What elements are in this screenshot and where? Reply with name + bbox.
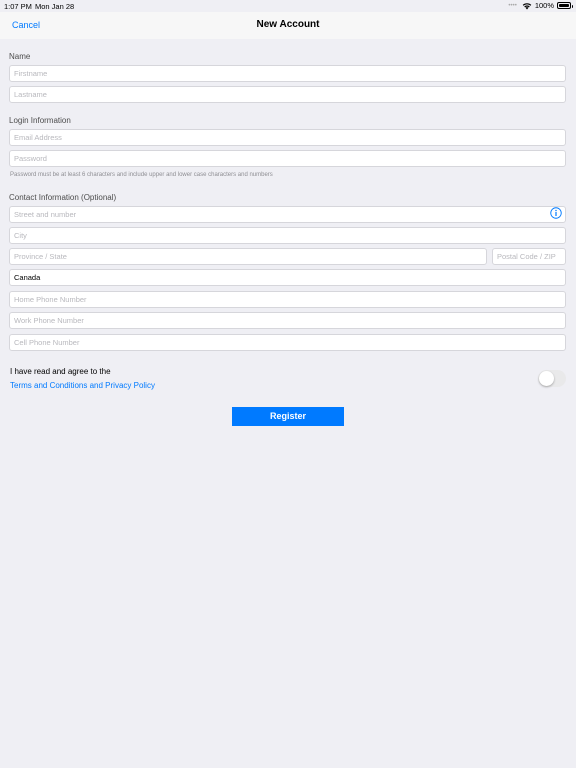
- status-date: Mon Jan 28: [35, 2, 75, 11]
- work-phone-field[interactable]: [9, 312, 566, 329]
- street-field[interactable]: [9, 206, 566, 223]
- info-icon[interactable]: [550, 207, 562, 219]
- cell-phone-field[interactable]: [9, 334, 566, 351]
- battery-icon: [557, 2, 573, 9]
- signal-icon: ••••: [508, 2, 517, 9]
- navigation-bar: Cancel New Account: [0, 12, 576, 39]
- page-title: New Account: [256, 19, 320, 30]
- section-label-contact: Contact Information (Optional): [9, 193, 117, 202]
- register-button[interactable]: Register: [232, 407, 344, 426]
- toggle-knob: [539, 371, 554, 386]
- city-field[interactable]: [9, 227, 566, 244]
- postal-code-field[interactable]: [492, 248, 566, 265]
- lastname-field[interactable]: [9, 86, 566, 103]
- home-phone-field[interactable]: [9, 291, 566, 308]
- country-field[interactable]: [9, 269, 566, 286]
- section-label-login: Login Information: [9, 116, 71, 125]
- status-right: •••• 100%: [508, 1, 573, 10]
- agreement-text: I have read and agree to the: [10, 367, 111, 376]
- password-field[interactable]: [9, 150, 566, 167]
- section-label-name: Name: [9, 52, 31, 61]
- email-field[interactable]: [9, 129, 566, 146]
- province-field[interactable]: [9, 248, 487, 265]
- terms-link[interactable]: Terms and Conditions and Privacy Policy: [10, 381, 155, 390]
- agree-toggle[interactable]: [538, 370, 566, 387]
- password-hint: Password must be at least 6 characters a…: [10, 172, 273, 178]
- battery-percent: 100%: [534, 1, 554, 10]
- wifi-icon: [522, 2, 532, 9]
- status-time: 1:07 PM: [4, 2, 32, 11]
- status-bar: 1:07 PM Mon Jan 28 •••• 100%: [0, 0, 576, 12]
- firstname-field[interactable]: [9, 65, 566, 82]
